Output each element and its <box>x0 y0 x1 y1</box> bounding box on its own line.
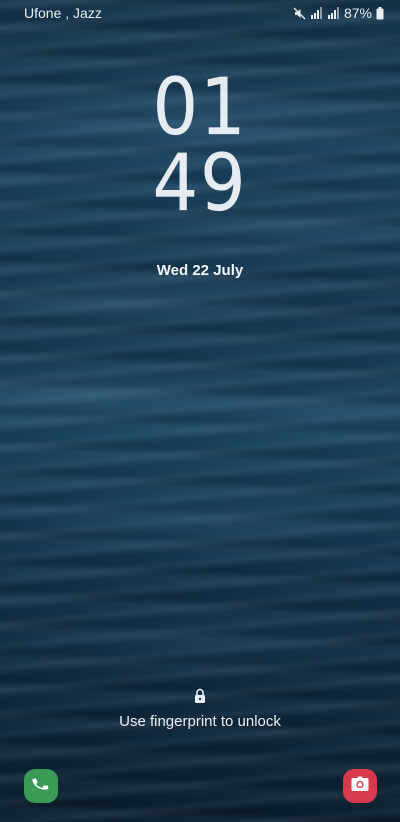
battery-icon <box>376 6 384 20</box>
clock-hours: 01 <box>152 63 248 153</box>
lock-icon <box>193 688 207 704</box>
phone-icon <box>32 775 50 798</box>
clock-minutes: 49 <box>152 139 248 229</box>
camera-icon <box>350 775 370 798</box>
clock: 01 49 <box>0 63 400 229</box>
carrier-label: Ufone , Jazz <box>24 5 102 21</box>
signal-icon <box>327 7 340 19</box>
status-bar: Ufone , Jazz 87% <box>0 0 400 26</box>
phone-shortcut-button[interactable] <box>24 769 58 803</box>
mute-icon <box>293 7 306 20</box>
battery-percent: 87% <box>343 5 372 21</box>
signal-icon <box>310 7 323 19</box>
unlock-hint: Use fingerprint to unlock <box>0 688 400 730</box>
lock-screen: Ufone , Jazz 87% 01 49 Wed 22 July Use f… <box>0 0 400 822</box>
status-icons: 87% <box>293 5 384 21</box>
unlock-text: Use fingerprint to unlock <box>119 713 281 730</box>
camera-shortcut-button[interactable] <box>343 769 377 803</box>
date-label: Wed 22 July <box>156 262 244 279</box>
